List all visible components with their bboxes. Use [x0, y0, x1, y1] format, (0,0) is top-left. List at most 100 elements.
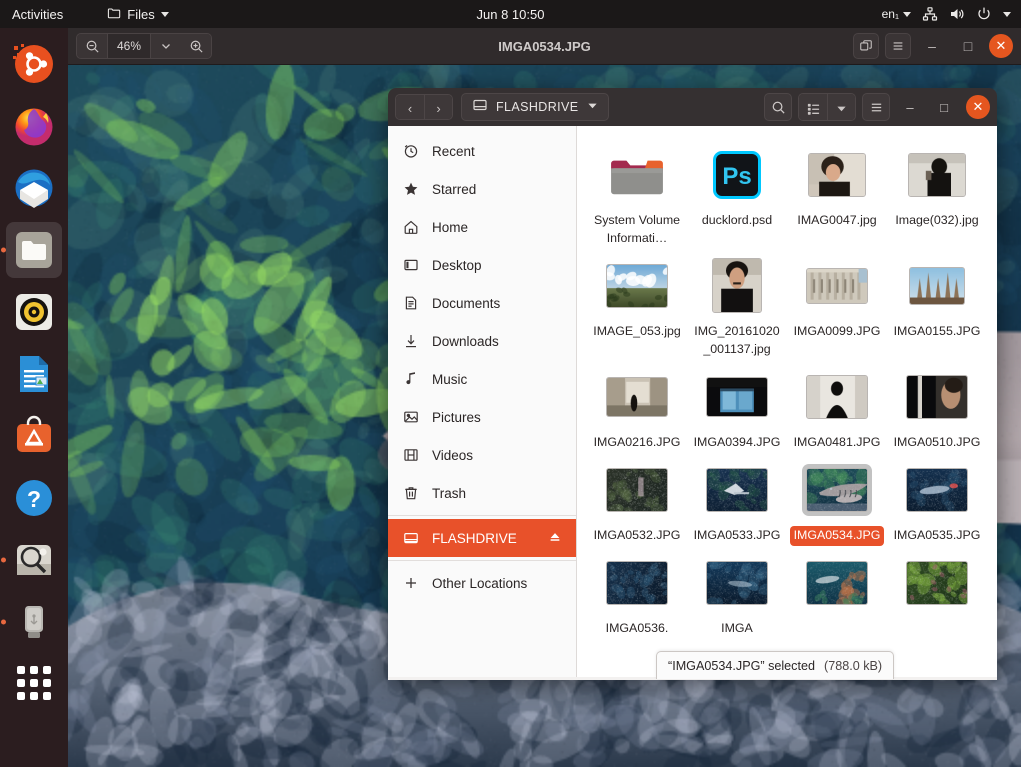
file-thumbnail [806, 552, 868, 614]
file-name-label: IMGA0532.JPG [593, 527, 681, 542]
sidebar-item-starred[interactable]: Starred [388, 170, 576, 208]
file-manager-headerbar: ‹ › FLASHDRIVE – □ ✕ [388, 88, 997, 126]
file-item[interactable]: IMAG0047.jpg [787, 138, 887, 249]
view-dropdown-icon[interactable] [827, 94, 855, 120]
dock-item-flashdrive[interactable] [1, 594, 62, 650]
eject-icon[interactable] [548, 530, 562, 547]
chevron-down-icon[interactable] [1003, 11, 1011, 17]
keyboard-layout-indicator[interactable]: en₁ [882, 7, 911, 21]
file-item[interactable]: Ps ducklord.psd [687, 138, 787, 249]
file-item[interactable]: IMGA0534.JPG [787, 453, 887, 546]
sidebar-item-label: Trash [432, 485, 467, 501]
file-item[interactable]: IMGA0394.JPG [687, 360, 787, 453]
sidebar-item-trash[interactable]: Trash [388, 474, 576, 512]
file-grid-area[interactable]: System Volume Informati… Ps ducklord.psd IM… [577, 126, 997, 677]
file-item[interactable]: IMGA0155.JPG [887, 249, 987, 360]
image-thumbnail [906, 467, 968, 512]
file-item[interactable]: IMGA0532.JPG [587, 453, 687, 546]
image-thumbnail [906, 560, 968, 605]
file-name-label: ducklord.psd [701, 213, 773, 227]
image-thumbnail [606, 376, 668, 417]
app-menu-button[interactable]: Files [107, 6, 169, 23]
file-manager-minimize-button[interactable]: – [896, 93, 924, 121]
file-thumbnail [606, 366, 668, 428]
file-item[interactable]: IMGA0510.JPG [887, 360, 987, 453]
volume-icon[interactable] [949, 6, 965, 22]
list-view-icon[interactable] [799, 94, 827, 120]
file-item[interactable]: IMAGE_053.jpg [587, 249, 687, 360]
file-item[interactable]: System Volume Informati… [587, 138, 687, 249]
forward-button[interactable]: › [424, 95, 452, 119]
sidebar-item-documents[interactable]: Documents [388, 284, 576, 322]
file-manager-close-button[interactable]: ✕ [966, 95, 990, 119]
file-name-label [833, 619, 841, 621]
dock-item-firefox[interactable] [6, 98, 62, 154]
show-applications-button[interactable] [17, 666, 51, 700]
image-viewer-window-controls: – □ ✕ [853, 31, 1013, 61]
dock-item-ubuntu-software-logo[interactable] [6, 36, 62, 92]
selection-size-text: (788.0 kB) [824, 658, 883, 673]
file-manager-maximize-button[interactable]: □ [930, 93, 958, 121]
sidebar-item-flashdrive[interactable]: FLASHDRIVE [388, 519, 576, 557]
image-thumbnail [908, 153, 966, 197]
file-item[interactable]: IMG_20161020_001137.jpg [687, 249, 787, 360]
file-item[interactable]: IMGA0535.JPG [887, 453, 987, 546]
power-icon[interactable] [976, 6, 992, 22]
running-indicator-dot [1, 619, 6, 625]
sidebar: Recent Starred Home Desktop Documents Downloa… [388, 126, 577, 677]
network-icon[interactable] [922, 6, 938, 22]
sidebar-item-desktop[interactable]: Desktop [388, 246, 576, 284]
location-breadcrumb[interactable]: FLASHDRIVE [461, 93, 609, 121]
sidebar-item-label: Documents [432, 295, 501, 311]
image-thumbnail [712, 258, 762, 314]
drive-icon [402, 530, 419, 547]
libreoffice-writer-icon [20, 356, 48, 392]
sidebar-item-pictures[interactable]: Pictures [388, 398, 576, 436]
hamburger-menu-icon[interactable] [862, 93, 890, 121]
file-item[interactable]: IMGA [687, 546, 787, 639]
file-manager-window: ‹ › FLASHDRIVE – □ ✕ Recent Starred Home… [388, 88, 997, 677]
top-bar: Activities Files Jun 8 10:50 en₁ [0, 0, 1021, 28]
dock-item-rhythmbox[interactable] [6, 284, 62, 340]
file-item[interactable]: IMGA0536. [587, 546, 687, 639]
back-button[interactable]: ‹ [396, 95, 424, 119]
zoom-level-value[interactable]: 46% [107, 34, 151, 58]
chevron-down-icon [903, 11, 911, 17]
file-name-label: IMGA0394.JPG [693, 434, 781, 449]
file-item[interactable]: Image(032).jpg [887, 138, 987, 249]
image-viewer-close-button[interactable]: ✕ [989, 34, 1013, 58]
chevron-down-icon[interactable] [587, 98, 598, 116]
sidebar-item-videos[interactable]: Videos [388, 436, 576, 474]
dock-item-ubuntu-software[interactable] [6, 408, 62, 464]
file-item[interactable]: IMGA0481.JPG [787, 360, 887, 453]
zoom-out-icon[interactable] [77, 34, 107, 58]
drive-icon [472, 97, 488, 118]
activities-button[interactable]: Activities [12, 7, 63, 22]
file-item[interactable]: IMGA0533.JPG [687, 453, 787, 546]
dock-item-thunderbird[interactable] [6, 160, 62, 216]
hamburger-menu-icon[interactable] [885, 33, 911, 59]
sidebar-item-downloads[interactable]: Downloads [388, 322, 576, 360]
sidebar-item-label: Videos [432, 447, 474, 463]
sidebar-item-music[interactable]: Music [388, 360, 576, 398]
file-item[interactable]: IMGA0099.JPG [787, 249, 887, 360]
file-item[interactable]: IMGA0216.JPG [587, 360, 687, 453]
dock-item-files[interactable] [1, 222, 62, 278]
sidebar-item-label: Downloads [432, 333, 499, 349]
image-viewer-maximize-button[interactable]: □ [953, 31, 983, 61]
dock-item-libreoffice-writer[interactable] [6, 346, 62, 402]
image-viewer-icon [17, 545, 51, 575]
file-item[interactable] [787, 546, 887, 639]
sidebar-item-recent[interactable]: Recent [388, 132, 576, 170]
image-viewer-minimize-button[interactable]: – [917, 31, 947, 61]
sidebar-item-home[interactable]: Home [388, 208, 576, 246]
file-name-label: IMGA0216.JPG [593, 434, 681, 449]
dock-item-image-viewer[interactable] [1, 532, 62, 588]
dock-item-help[interactable]: ? [6, 470, 62, 526]
search-icon[interactable] [764, 93, 792, 121]
file-item[interactable] [887, 546, 987, 639]
fullscreen-icon[interactable] [853, 33, 879, 59]
sidebar-item-other-locations[interactable]: Other Locations [388, 564, 576, 602]
chevron-down-icon[interactable] [151, 34, 181, 58]
zoom-in-icon[interactable] [181, 34, 211, 58]
